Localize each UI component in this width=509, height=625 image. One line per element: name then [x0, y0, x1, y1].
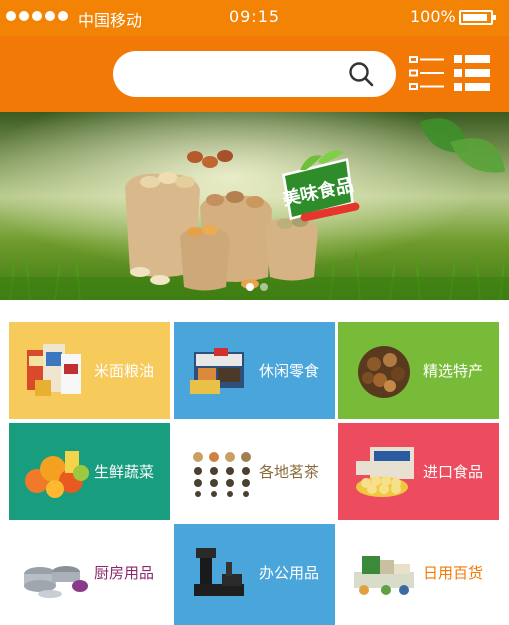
status-bar: 中国移动 09:15 100% [0, 0, 509, 36]
category-tile[interactable]: 生鲜蔬菜 [9, 423, 170, 520]
office-supplies-icon [194, 548, 244, 596]
category-tile[interactable]: 进口食品 [338, 423, 499, 520]
fresh-produce-icon [25, 451, 89, 498]
category-tile[interactable]: 休闲零食 [174, 322, 335, 419]
kitchenware-icon [24, 566, 88, 598]
category-label: 米面粮油 [93, 362, 154, 380]
category-label: 办公用品 [258, 564, 319, 582]
category-tile[interactable]: 日用百货 [338, 524, 499, 625]
daily-goods-icon [354, 556, 414, 595]
category-tile[interactable]: 各地茗茶 [174, 423, 335, 520]
category-tile[interactable]: 厨房用品 [9, 524, 170, 625]
category-tile[interactable]: 精选特产 [338, 322, 499, 419]
promo-banner[interactable]: 美味食品 [0, 112, 509, 300]
category-label: 日用百货 [422, 564, 483, 582]
category-label: 进口食品 [422, 463, 483, 481]
category-tile[interactable]: 米面粮油 [9, 322, 170, 419]
snacks-icon [190, 348, 244, 394]
menu-icon[interactable] [454, 54, 490, 92]
list-view-icon[interactable] [409, 54, 445, 92]
category-label: 生鲜蔬菜 [93, 463, 154, 481]
search-input[interactable] [113, 51, 396, 97]
battery-percentage: 100% [410, 7, 456, 26]
carousel-dot[interactable] [246, 283, 254, 291]
search-icon[interactable] [348, 61, 374, 87]
tea-icon [193, 452, 251, 497]
header [0, 36, 509, 112]
carousel-indicator[interactable] [246, 283, 268, 291]
banner-image: 美味食品 [0, 112, 509, 300]
carousel-dot[interactable] [260, 283, 268, 291]
imported-food-icon [356, 447, 414, 497]
category-label: 厨房用品 [93, 564, 154, 582]
battery-icon [459, 10, 496, 25]
local-specialty-icon [358, 346, 410, 398]
grain-oil-icon [27, 344, 81, 396]
category-label: 精选特产 [422, 362, 483, 380]
category-label: 各地茗茶 [258, 463, 319, 481]
category-tile[interactable]: 办公用品 [174, 524, 335, 625]
category-label: 休闲零食 [258, 362, 319, 380]
